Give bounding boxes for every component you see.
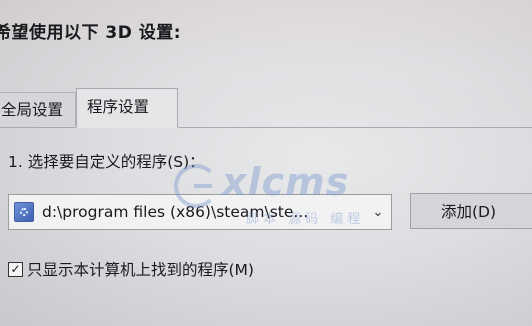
tab-global-settings[interactable]: 全局设置 bbox=[0, 92, 76, 126]
page-title: 希望使用以下 3D 设置: bbox=[0, 23, 182, 43]
gear-icon bbox=[20, 208, 28, 216]
program-select-dropdown[interactable]: d:\program files (x86)\steam\ste... ⌄ bbox=[8, 194, 392, 230]
app-settings-icon bbox=[14, 202, 34, 222]
only-show-found-label: 只显示本计算机上找到的程序(M) bbox=[27, 261, 254, 279]
tab-strip: 全局设置 程序设置 bbox=[0, 87, 532, 128]
tab-program-settings[interactable]: 程序设置 bbox=[76, 88, 178, 128]
selected-program-value: d:\program files (x86)\steam\ste... bbox=[42, 203, 309, 221]
checkmark-icon: ✓ bbox=[10, 262, 21, 276]
chevron-down-icon[interactable]: ⌄ bbox=[367, 205, 389, 220]
add-program-button[interactable]: 添加(D) bbox=[410, 193, 532, 229]
watermark-logo-bar bbox=[194, 184, 212, 188]
only-show-found-checkbox[interactable]: ✓ bbox=[8, 261, 23, 277]
select-program-label: 1. 选择要自定义的程序(S)： bbox=[8, 153, 205, 171]
only-show-found-programs-option[interactable]: ✓ 只显示本计算机上找到的程序(M) bbox=[8, 258, 254, 280]
